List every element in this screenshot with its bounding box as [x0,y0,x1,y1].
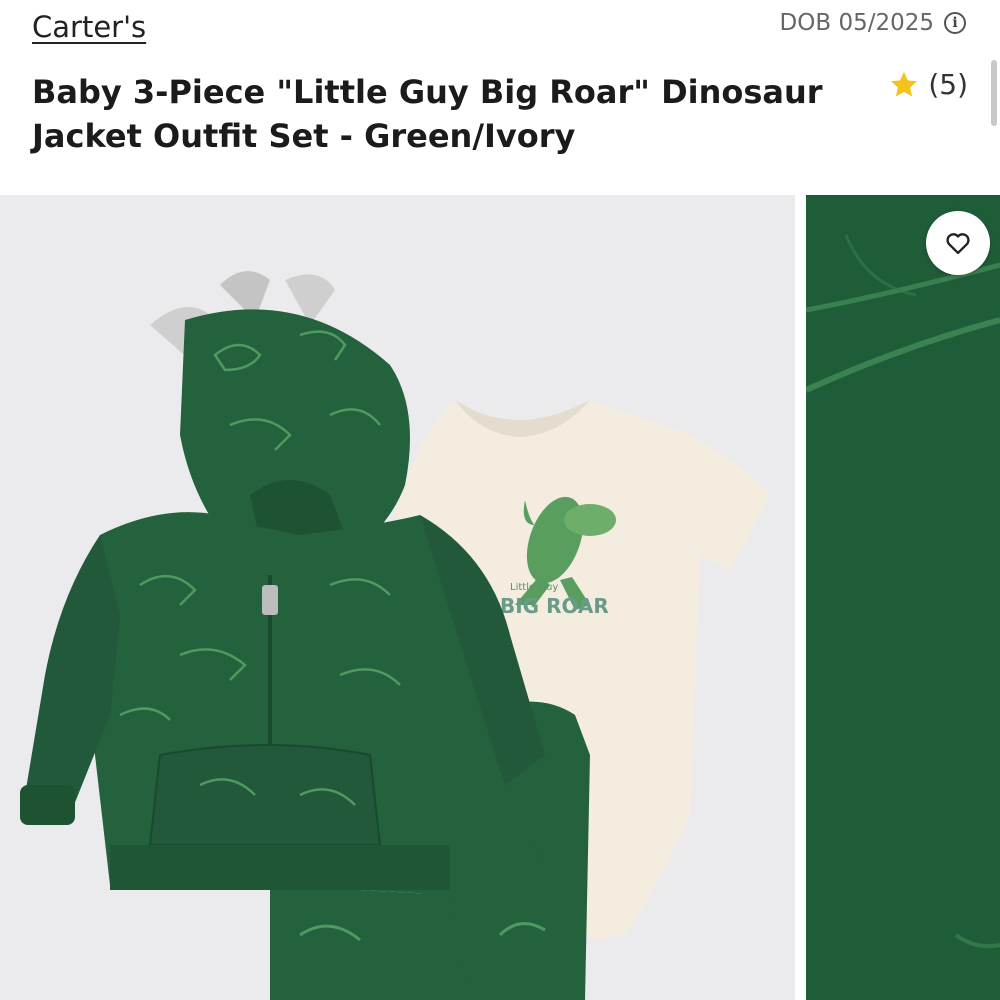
favorite-button[interactable] [926,211,990,275]
brand-link[interactable]: Carter's [32,10,146,44]
main-product-image[interactable]: Little Guy BIG ROAR [0,195,795,1000]
info-icon[interactable]: i [944,12,966,34]
print-small-text: Little Guy [510,582,558,593]
dob-indicator[interactable]: DOB 05/2025 i [780,10,966,36]
scroll-thumb[interactable] [991,60,997,126]
star-icon [891,71,918,96]
product-title: Baby 3-Piece "Little Guy Big Roar" Dinos… [32,73,823,155]
print-big-text: BIG ROAR [500,594,609,618]
rating-summary[interactable]: (5) [888,68,968,101]
outfit-illustration: Little Guy BIG ROAR [20,271,770,1000]
fabric-texture [806,195,1000,1000]
dob-label: DOB 05/2025 [779,10,934,36]
jacket [20,271,545,895]
rating-count: (5) [928,68,968,101]
fabric-detail-image[interactable] [806,195,1000,1000]
heart-icon [946,233,970,255]
